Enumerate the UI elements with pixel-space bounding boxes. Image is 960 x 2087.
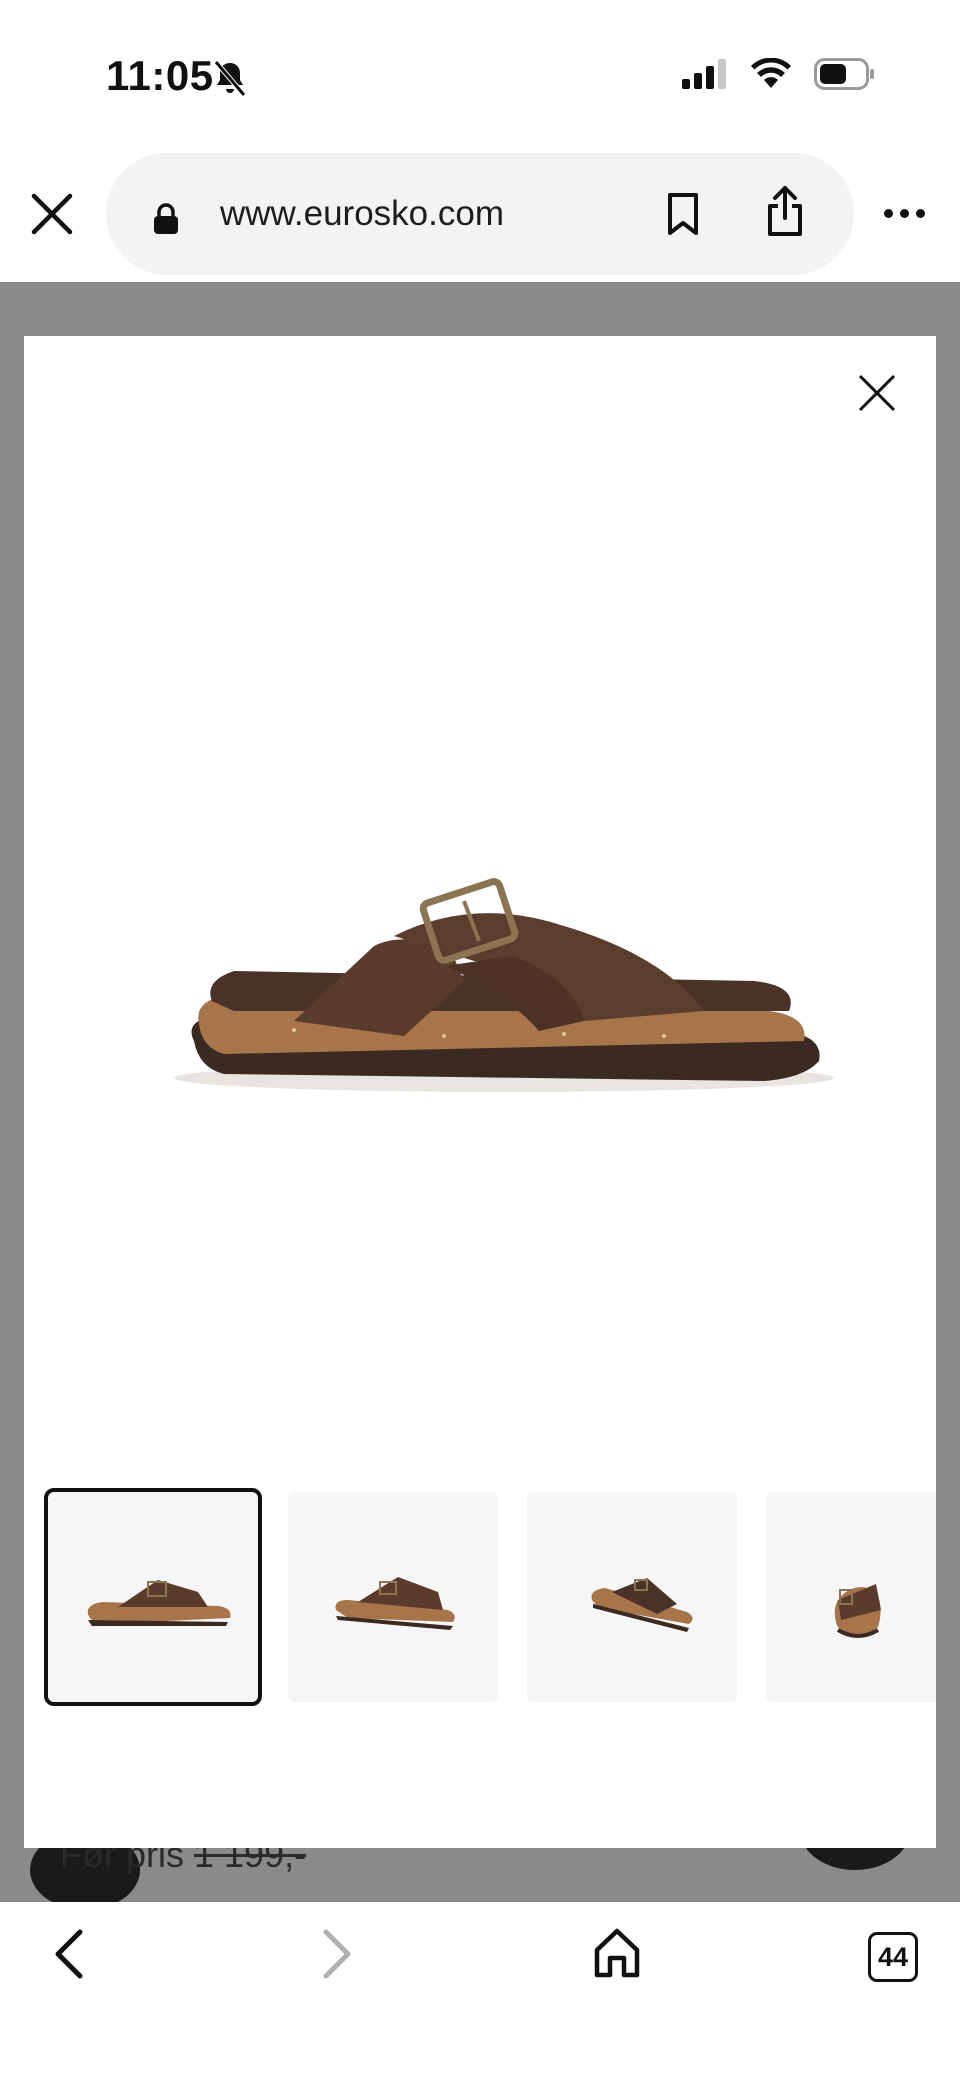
thumbnail-strip xyxy=(44,1486,936,1706)
close-icon[interactable] xyxy=(28,190,76,238)
share-icon[interactable] xyxy=(765,185,805,242)
forward-icon[interactable] xyxy=(318,1926,358,1987)
close-gallery-icon[interactable] xyxy=(850,366,904,420)
tabs-icon[interactable]: 44 xyxy=(868,1932,918,1982)
home-icon[interactable] xyxy=(592,1926,642,1985)
lock-icon xyxy=(152,202,180,241)
status-icons xyxy=(682,57,876,95)
battery-icon xyxy=(814,58,876,95)
bookmark-icon[interactable] xyxy=(665,192,701,241)
browser-bottom-bar xyxy=(0,1902,960,2087)
main-product-image[interactable] xyxy=(144,796,844,1156)
bell-slash-icon xyxy=(213,60,247,103)
thumbnail-3[interactable] xyxy=(527,1492,737,1702)
status-time: 11:05 xyxy=(106,52,214,99)
back-icon[interactable] xyxy=(48,1926,88,1987)
url-text[interactable]: www.eurosko.com xyxy=(220,194,504,234)
cellular-signal-icon xyxy=(682,59,728,94)
more-icon[interactable] xyxy=(884,209,925,218)
thumbnail-2[interactable] xyxy=(288,1492,498,1702)
thumbnail-4[interactable] xyxy=(766,1492,936,1702)
wifi-icon xyxy=(750,57,792,95)
thumbnail-1[interactable] xyxy=(44,1488,262,1706)
status-bar: 11:05 xyxy=(0,0,960,150)
image-gallery-modal xyxy=(24,336,936,1848)
